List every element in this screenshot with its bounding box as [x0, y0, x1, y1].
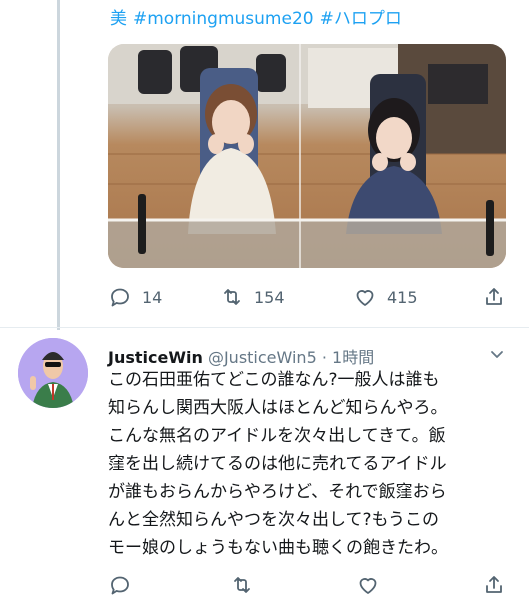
- retweet-count: 154: [254, 287, 285, 307]
- tweet-text-line: 窪を出し続けてるのは他に売れてるアイドル: [108, 454, 447, 474]
- retweet-button[interactable]: 154: [220, 284, 285, 310]
- reply-count: 14: [142, 287, 163, 307]
- retweet-icon: [234, 577, 250, 593]
- chevron-down-icon[interactable]: [487, 344, 507, 364]
- tweet-text-tail: 美 #morningmusume20 #ハロプロ: [110, 4, 408, 29]
- share-button[interactable]: [482, 284, 506, 310]
- tweet-header: JusticeWin @JusticeWin5 · 1時間: [108, 344, 374, 368]
- heart-icon: [356, 290, 374, 306]
- text-fragment: 美: [110, 9, 127, 29]
- reply-icon: [111, 288, 129, 307]
- separator-dot: ·: [321, 348, 327, 367]
- user-handle[interactable]: @JusticeWin5: [208, 348, 317, 367]
- reply-button[interactable]: [108, 572, 132, 598]
- user-avatar-illustration: [18, 338, 88, 408]
- like-button[interactable]: [356, 572, 380, 598]
- share-button[interactable]: [482, 572, 506, 598]
- tweet-body: この石田亜佑てどこの誰なん?一般人は誰も 知らんし関西大阪人はほとんど知らんやろ…: [108, 366, 508, 562]
- tweet-text-line: こんな無名のアイドルを次々出してきて。飯: [108, 426, 446, 446]
- tweet-divider: [0, 327, 529, 328]
- tweet-action-bar: [108, 572, 508, 598]
- share-icon: [486, 288, 502, 305]
- retweet-icon: [224, 289, 240, 305]
- tweet-timestamp[interactable]: 1時間: [332, 348, 374, 367]
- like-count: 415: [387, 287, 418, 307]
- tweet-text-line: この石田亜佑てどこの誰なん?一般人は誰も: [108, 370, 440, 390]
- tweet-text-line: モー娘のしょうもない曲も聴くの飽きたわ。: [108, 538, 448, 558]
- studio-photo-illustration: [108, 44, 506, 268]
- tweet-text-line: 知らんし関西大阪人はほとんど知らんやろ。: [108, 398, 448, 418]
- retweet-button[interactable]: [230, 572, 254, 598]
- reply-icon: [111, 576, 129, 595]
- hashtag-link[interactable]: #morningmusume20: [133, 9, 314, 29]
- tweet-text-line: んと全然知らんやつを次々出して?もうこの: [108, 510, 440, 530]
- tweet-photo[interactable]: [108, 44, 506, 268]
- reply-button[interactable]: 14: [108, 284, 162, 310]
- thread-connector-line: [57, 0, 60, 330]
- tweet-text-line: が誰もおらんからやろけど、それで飯窪おら: [108, 482, 447, 502]
- display-name[interactable]: JusticeWin: [108, 348, 203, 367]
- heart-icon: [359, 578, 377, 594]
- hashtag-link[interactable]: #ハロプロ: [320, 9, 402, 29]
- like-button[interactable]: 415: [353, 284, 418, 310]
- avatar[interactable]: [18, 338, 88, 408]
- tweet-action-bar: 14 154 415: [108, 284, 508, 310]
- share-icon: [486, 576, 502, 593]
